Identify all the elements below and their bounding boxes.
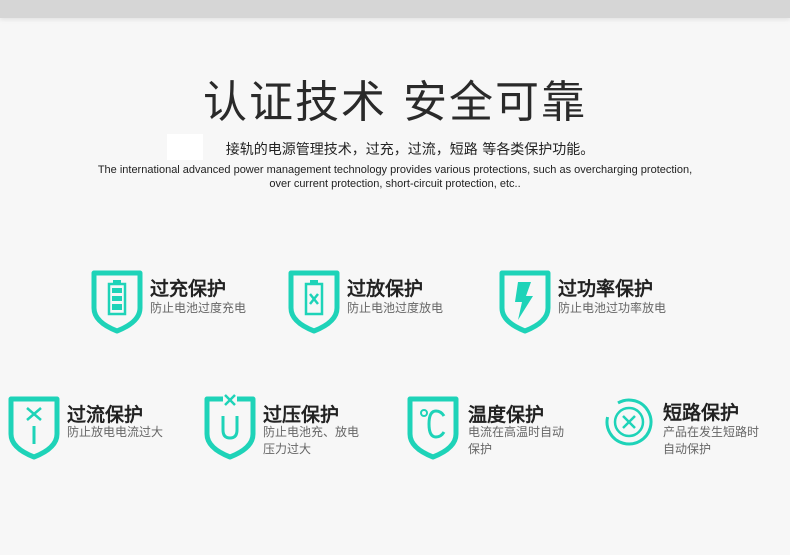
- feature-desc: 防止电池过度充电: [150, 301, 247, 315]
- feature-overpower: 过功率保护 防止电池过功率放电: [498, 270, 698, 340]
- feature-desc: 防止电池过度放电: [347, 301, 444, 315]
- page-title: 认证技术 安全可靠: [203, 77, 587, 128]
- battery-full-shield-icon: [91, 270, 143, 334]
- feature-title: 过流保护: [67, 404, 144, 426]
- top-bar: [0, 0, 790, 18]
- subtitle-chinese: 接轨的电源管理技术，过充，过流，短路 等各类保护功能。: [225, 142, 595, 158]
- feature-overvoltage: 过压保护 防止电池充、放电 压力过大: [203, 394, 393, 464]
- feature-title: 过放保护: [347, 278, 424, 300]
- feature-title: 过充保护: [150, 278, 227, 300]
- subtitle-english-line-2: over current protection, short-circuit p…: [269, 178, 521, 190]
- feature-temperature: 温度保护 电流在高温时自动 保护: [406, 396, 596, 466]
- feature-desc: 防止电池过功率放电: [558, 301, 667, 315]
- feature-title: 短路保护: [663, 402, 740, 424]
- feature-title: 过压保护: [263, 404, 340, 426]
- feature-short-circuit: 短路保护 产品在发生短路时 自动保护: [603, 396, 790, 466]
- short-circuit-x-icon: [605, 398, 653, 446]
- feature-overdischarge: 过放保护 防止电池过度放电: [287, 270, 467, 340]
- subtitle-english-line-1: The international advanced power managem…: [97, 164, 693, 176]
- feature-overcharge: 过充保护 防止电池过度充电: [90, 270, 270, 340]
- feature-desc-line-2: 自动保护: [663, 442, 712, 456]
- feature-desc: 防止放电电流过大: [67, 425, 164, 439]
- feature-desc-line-1: 电流在高温时自动: [468, 425, 565, 439]
- celsius-shield-icon: [407, 396, 459, 460]
- feature-overcurrent: 过流保护 防止放电电流过大: [7, 396, 187, 466]
- current-x-shield-icon: [8, 396, 60, 460]
- lightning-shield-icon: [499, 270, 551, 334]
- feature-desc-line-2: 压力过大: [263, 442, 312, 456]
- feature-title: 温度保护: [468, 404, 545, 426]
- feature-desc-line-1: 产品在发生短路时: [663, 425, 760, 439]
- battery-x-shield-icon: [288, 270, 340, 334]
- feature-desc-line-1: 防止电池充、放电: [263, 425, 360, 439]
- subtitle-english: The international advanced power managem…: [0, 163, 790, 191]
- feature-title: 过功率保护: [558, 278, 654, 300]
- voltage-u-shield-icon: [204, 394, 256, 460]
- feature-desc-line-2: 保护: [468, 442, 493, 456]
